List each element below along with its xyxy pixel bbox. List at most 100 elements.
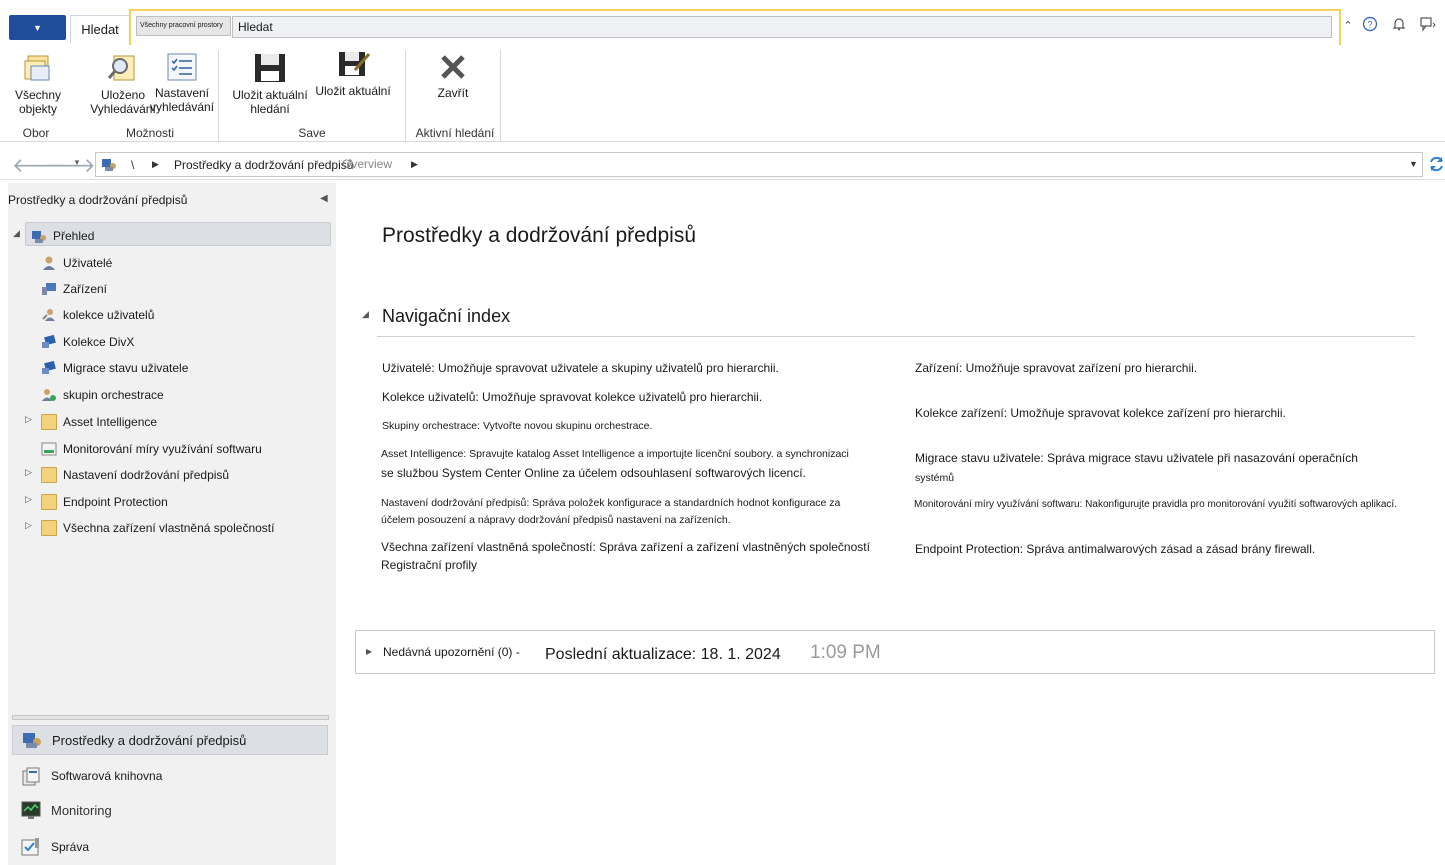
migration-icon (42, 360, 56, 374)
nav-link-devices[interactable]: Zařízení: Umožňuje spravovat zařízení pr… (915, 360, 1197, 377)
expand-collapse-icon[interactable]: ◢ (13, 228, 20, 239)
save-current-search-as-button[interactable]: Uložit aktuální (310, 48, 396, 98)
close-icon (441, 55, 465, 79)
expand-icon[interactable]: ▷ (25, 467, 32, 478)
save-current-search-button[interactable]: Uložit aktuální hledání (228, 52, 312, 116)
tree-item-label: Všechna zařízení vlastněná společností (63, 521, 275, 535)
group-save-label: Save (298, 126, 326, 140)
nav-link-orchestration-groups[interactable]: Skupiny orchestrace: Vytvořte novou skup… (382, 418, 652, 435)
feedback-icon[interactable] (1418, 16, 1438, 36)
collapse-pane-icon[interactable]: ◀ (320, 193, 328, 204)
nav-link-company-owned-devices[interactable]: Všechna zařízení vlastněná společností: … (381, 539, 870, 556)
tree-item-orchestration-groups[interactable]: skupin orchestrace (41, 384, 164, 406)
nav-link-compliance-settings[interactable]: Nastavení dodržování předpisů: Správa po… (381, 495, 840, 512)
workspace-administration[interactable]: Správa (12, 832, 328, 862)
tree-item-software-metering[interactable]: Monitorování míry využívání softwaru (41, 438, 262, 460)
tree-item-label: Kolekce DivX (63, 335, 135, 349)
tree-item-label: skupin orchestrace (63, 388, 164, 402)
tree-item-label: Nastavení dodržování předpisů (63, 468, 230, 482)
workspace-software-library[interactable]: Softwarová knihovna (12, 761, 328, 791)
breadcrumb-path[interactable]: Prostředky a dodržování předpisů (174, 158, 353, 172)
search-settings-icon (167, 53, 197, 81)
nav-link-users[interactable]: Uživatelé: Umožňuje spravovat uživatele … (382, 360, 779, 377)
ribbon-divider (500, 50, 501, 142)
app-menu-button[interactable]: ▼ (9, 15, 66, 40)
workspace-splitter[interactable] (12, 715, 329, 720)
section-divider (377, 336, 1415, 337)
expand-icon[interactable]: ▷ (25, 414, 32, 425)
refresh-icon[interactable] (1428, 154, 1445, 174)
workspace-monitoring[interactable]: Monitoring (12, 795, 328, 825)
tree-item-users[interactable]: Uživatelé (41, 252, 112, 274)
software-metering-icon (41, 442, 57, 456)
workspace-label: Prostředky a dodržování předpisů (52, 732, 247, 748)
notification-bell-icon[interactable] (1389, 16, 1409, 36)
nav-link-enrollment-profiles[interactable]: Registrační profily (381, 557, 477, 574)
breadcrumb-separator-icon[interactable]: ▶ (152, 159, 159, 170)
tree-item-asset-intelligence[interactable]: Asset Intelligence (41, 411, 157, 433)
breadcrumb-separator-icon[interactable]: ▶ (411, 159, 418, 170)
ribbon: Všechny objekty Uloženo Vyhledávání Nast… (0, 45, 1445, 142)
search-settings-button[interactable]: Nastavení vyhledávání (150, 52, 214, 114)
search-settings-label: Nastavení vyhledávání (150, 86, 215, 114)
nav-link-asset-intelligence[interactable]: Asset Intelligence: Spravujte katalog As… (381, 446, 849, 463)
tree-item-user-state-migration[interactable]: Migrace stavu uživatele (41, 357, 188, 379)
ribbon-divider (405, 50, 406, 142)
navigation-pane-title: Prostředky a dodržování předpisů (8, 193, 188, 207)
group-active-search-label: Aktivní hledání (415, 126, 495, 140)
assets-compliance-icon (23, 733, 41, 748)
tree-item-label: Uživatelé (63, 256, 113, 270)
tree-item-label: Monitorování míry využívání softwaru (63, 442, 262, 456)
tree-item-devices[interactable]: Zařízení (41, 278, 107, 300)
expand-icon[interactable]: ▷ (25, 494, 32, 505)
saved-search-button[interactable]: Uloženo Vyhledávání (88, 52, 156, 116)
tab-search[interactable]: Hledat (70, 15, 130, 43)
nav-link-endpoint-protection[interactable]: Endpoint Protection: Správa antimalwarov… (915, 541, 1315, 558)
all-objects-button[interactable]: Všechny objekty (8, 52, 68, 116)
tree-item-label: Endpoint Protection (63, 495, 168, 509)
folder-icon (41, 414, 57, 430)
tree-item-user-collections[interactable]: kolekce uživatelů (41, 304, 154, 326)
search-scope-dropdown[interactable]: Všechny pracovní prostory (136, 16, 231, 36)
tree-item-company-owned-devices[interactable]: Všechna zařízení vlastněná společností (41, 517, 274, 539)
history-dropdown-icon[interactable]: ▼ (73, 158, 81, 167)
nav-link-device-collections[interactable]: Kolekce zařízení: Umožňuje spravovat kol… (915, 405, 1286, 422)
nav-link-user-collections[interactable]: Kolekce uživatelů: Umožňuje spravovat ko… (382, 389, 762, 406)
address-dropdown-icon[interactable]: ▼ (1409, 159, 1418, 169)
collapse-ribbon-icon[interactable]: ⌃ (1338, 16, 1358, 36)
help-icon[interactable]: ? (1360, 16, 1380, 36)
group-scope-label: Obor (22, 126, 50, 140)
tree-item-label: kolekce uživatelů (63, 308, 155, 322)
breadcrumb-root[interactable]: \ (131, 158, 134, 172)
workspace-label: Správa (51, 840, 90, 854)
nav-link-compliance-settings-cont: účelem posouzení a nápravy dodržování př… (381, 514, 731, 526)
page-title: Prostředky a dodržování předpisů (382, 224, 697, 247)
close-search-button[interactable]: Zavřít (423, 52, 483, 100)
expand-alerts-icon[interactable]: ▶ (366, 647, 372, 656)
workspace-assets-compliance[interactable]: Prostředky a dodržování předpisů (12, 725, 328, 755)
nav-link-software-metering[interactable]: Monitorování míry využívání softwaru: Na… (914, 496, 1397, 513)
user-icon (43, 256, 55, 270)
forward-arrow-icon[interactable]: 🡒 (42, 153, 96, 178)
administration-icon (21, 838, 39, 856)
tree-item-endpoint-protection[interactable]: Endpoint Protection (41, 491, 168, 513)
tree-item-device-collections[interactable]: Kolekce DivX (41, 331, 134, 353)
chevron-down-icon: ▼ (33, 22, 42, 33)
tree-item-overview[interactable]: Přehled (31, 225, 94, 247)
svg-text:?: ? (1367, 20, 1372, 30)
nav-link-asset-intelligence-cont: se službou System Center Online za účele… (381, 466, 806, 480)
nav-link-user-state-migration[interactable]: Migrace stavu uživatele: Správa migrace … (915, 450, 1358, 467)
expand-icon[interactable]: ▷ (25, 520, 32, 531)
software-library-icon (22, 767, 40, 786)
folder-icon (41, 494, 57, 510)
workspace-label: Softwarová knihovna (51, 769, 163, 783)
recent-alerts-label[interactable]: Nedávná upozornění (0) - (383, 645, 520, 659)
tree-item-compliance-settings[interactable]: Nastavení dodržování předpisů (41, 464, 229, 486)
device-icon (42, 283, 56, 295)
save-current-search-as-label: Uložit aktuální (315, 84, 391, 98)
section-collapse-icon[interactable]: ◢ (362, 309, 369, 320)
breadcrumb-overlay-text: Overview (342, 157, 393, 171)
save-disk-icon (255, 54, 285, 82)
search-input[interactable] (232, 16, 1332, 38)
nav-link-user-state-migration-cont: systémů (915, 472, 955, 484)
